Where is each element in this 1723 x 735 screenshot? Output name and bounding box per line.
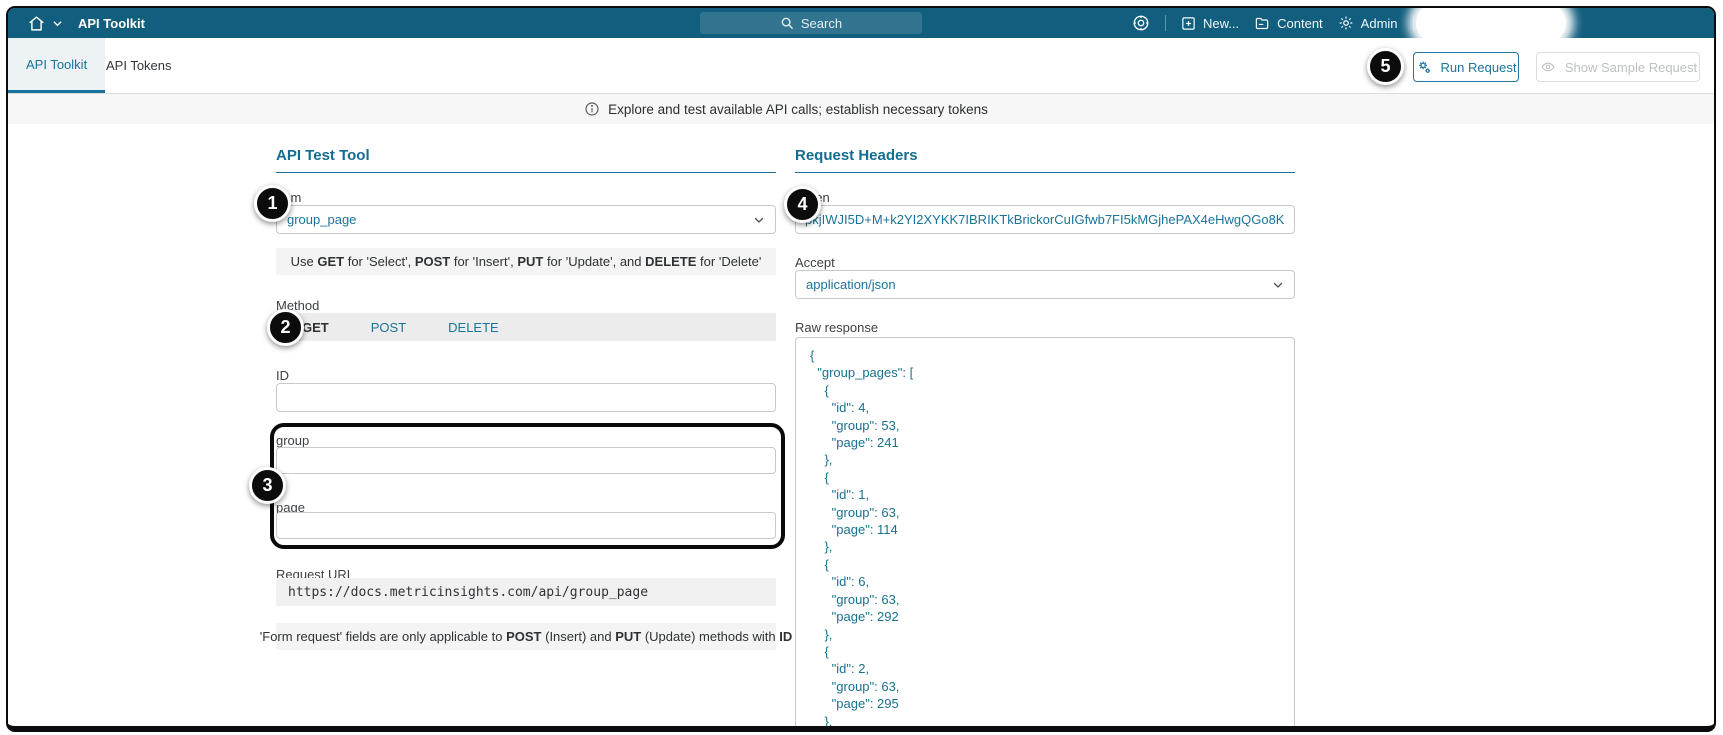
app-window: API Toolkit Search New... Content Admin … — [6, 6, 1716, 732]
page-input[interactable] — [276, 512, 776, 539]
annotation-badge-2: 2 — [267, 309, 304, 346]
group-input[interactable] — [276, 447, 776, 474]
nav-home-group: API Toolkit — [28, 8, 145, 38]
banner-text: Explore and test available API calls; es… — [608, 101, 988, 117]
id-label: ID — [276, 368, 289, 383]
page-title: API Toolkit — [78, 15, 145, 31]
search-icon — [780, 16, 794, 30]
raw-response-box[interactable]: { "group_pages": [ { "id": 4, "group": 5… — [795, 337, 1295, 729]
nav-content-label: Content — [1277, 15, 1323, 31]
help-icon[interactable] — [1132, 14, 1150, 32]
show-sample-request-label: Show Sample Request — [1564, 59, 1698, 75]
method-delete[interactable]: DELETE — [448, 320, 499, 335]
chevron-down-icon[interactable] — [52, 18, 63, 29]
gears-icon — [1416, 59, 1433, 76]
search-label: Search — [800, 15, 843, 31]
method-selector: GET POST DELETE — [276, 313, 776, 341]
annotation-badge-3: 3 — [249, 467, 286, 504]
nav-admin-label: Admin — [1360, 15, 1398, 31]
nav-content-button[interactable]: Content — [1254, 16, 1323, 31]
nav-admin-button[interactable]: Admin — [1338, 15, 1398, 31]
group-label: group — [276, 433, 310, 448]
info-banner: Explore and test available API calls; es… — [8, 94, 1714, 124]
accept-select[interactable]: application/json — [795, 270, 1295, 299]
form-request-note: 'Form request' fields are only applicabl… — [260, 623, 792, 650]
run-request-button[interactable]: Run Request — [1413, 52, 1519, 82]
info-icon — [584, 101, 600, 117]
nav-divider — [1165, 15, 1166, 31]
accept-select-value: application/json — [806, 277, 896, 292]
annotation-badge-1: 1 — [254, 185, 291, 222]
gear-icon — [1338, 15, 1354, 31]
nav-new-button[interactable]: New... — [1181, 16, 1239, 31]
search-input[interactable]: Search — [700, 12, 922, 34]
raw-response-label: Raw response — [795, 320, 879, 335]
nav-divider — [1412, 15, 1414, 31]
method-post[interactable]: POST — [371, 320, 406, 335]
id-input[interactable] — [276, 383, 776, 412]
top-navbar: API Toolkit Search New... Content Admin — [8, 8, 1714, 43]
plus-square-icon — [1181, 16, 1196, 31]
chevron-down-icon — [753, 214, 765, 226]
method-hint-text: Use GET for 'Select', POST for 'Insert',… — [276, 248, 776, 275]
run-request-label: Run Request — [1440, 59, 1517, 75]
accept-label: Accept — [795, 255, 835, 270]
annotation-badge-4: 4 — [784, 186, 821, 223]
request-url-value: https://docs.metricinsights.com/api/grou… — [276, 578, 776, 606]
item-select-value: group_page — [287, 212, 357, 227]
item-select[interactable]: group_page — [276, 205, 776, 234]
nav-new-label: New... — [1203, 15, 1240, 31]
chevron-down-icon — [1272, 279, 1284, 291]
token-input[interactable] — [795, 205, 1295, 234]
method-get[interactable]: GET — [302, 320, 329, 335]
tab-api-tokens[interactable]: API Tokens — [88, 38, 190, 93]
eye-icon — [1539, 60, 1557, 74]
home-icon[interactable] — [28, 15, 45, 32]
section-heading-request-headers: Request Headers — [795, 147, 1295, 173]
annotation-badge-5: 5 — [1367, 48, 1404, 85]
section-heading-api-test-tool: API Test Tool — [276, 147, 776, 173]
show-sample-request-button[interactable]: Show Sample Request — [1536, 52, 1700, 82]
raw-response-json: { "group_pages": [ { "id": 4, "group": 5… — [810, 348, 914, 729]
folder-icon — [1254, 16, 1270, 31]
